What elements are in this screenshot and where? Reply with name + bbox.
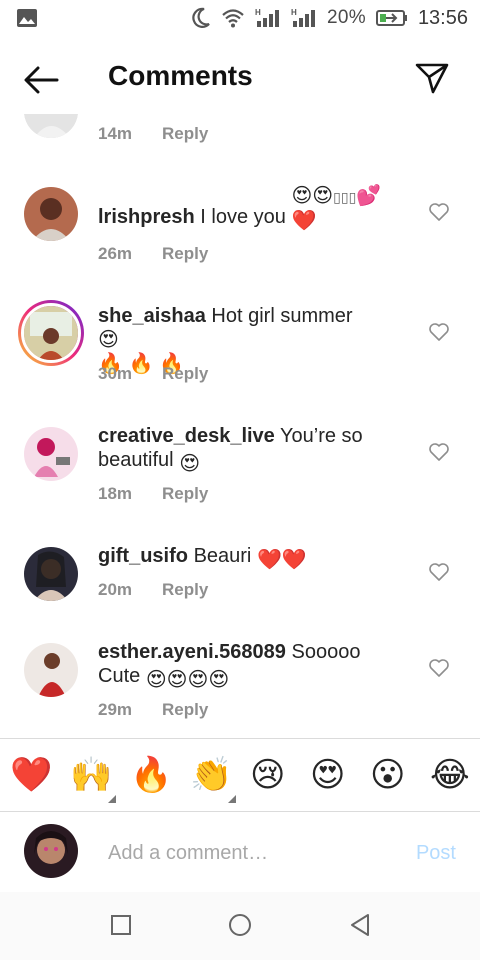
svg-text:H: H	[291, 8, 297, 17]
comment-text: I love you	[200, 206, 286, 228]
comment-emojis: 😍😍😍😍	[145, 669, 230, 691]
recents-square-icon[interactable]	[108, 912, 134, 938]
page-title: Comments	[108, 60, 253, 91]
reply-button[interactable]: Reply	[162, 124, 208, 144]
battery-charging-icon	[375, 10, 407, 26]
comment-username[interactable]: esther.ayeni.568089	[98, 641, 286, 663]
comment-time: 26m	[98, 244, 133, 263]
comment-username[interactable]: gift_usifo	[98, 545, 188, 567]
emoji-fire-button[interactable]: 🔥	[130, 755, 172, 795]
emoji-heart-button[interactable]: ❤️	[10, 755, 52, 795]
comment-time: 18m	[98, 484, 133, 503]
emoji-raised-hands-button[interactable]: 🙌	[70, 755, 112, 795]
back-triangle-icon[interactable]	[348, 912, 374, 938]
emoji-laughing-button[interactable]: 😂	[430, 755, 470, 795]
emoji-crying-button[interactable]: 😢	[250, 755, 290, 795]
wifi-icon	[222, 9, 244, 28]
moon-icon	[192, 7, 210, 28]
direct-send-icon	[415, 63, 449, 94]
reply-button[interactable]: Reply	[162, 700, 208, 720]
header: Comments	[0, 36, 480, 120]
heart-outline-icon[interactable]	[428, 322, 450, 342]
comment-username[interactable]: she_aishaa	[98, 305, 206, 327]
avatar[interactable]	[24, 547, 78, 601]
avatar[interactable]	[24, 187, 78, 241]
comment-username[interactable]: lrishpresh	[98, 206, 195, 228]
post-button[interactable]: Post	[416, 842, 456, 865]
back-arrow-icon	[24, 66, 59, 94]
avatar[interactable]	[24, 114, 78, 138]
avatar-story-ring[interactable]	[18, 300, 84, 366]
comment-emojis: 😍	[179, 453, 201, 475]
system-nav-bar	[0, 892, 480, 960]
comment-item: she_aishaa Hot girl summer 😍 🔥 🔥 🔥 30m Re…	[0, 300, 480, 414]
heart-outline-icon[interactable]	[428, 202, 450, 222]
comment-time: 30m	[98, 364, 133, 383]
comment-item: gift_usifo Beauri ❤️❤️ 20m Reply	[0, 544, 480, 630]
signal-h-icon: H	[255, 8, 279, 27]
comment-item: creative_desk_live You’re so beautiful 😍…	[0, 424, 480, 534]
avatar[interactable]	[24, 427, 78, 481]
comment-input[interactable]	[108, 838, 388, 868]
comment-item: lrishpresh I love you 😍😍▯▯▯💕 ❤️ 26m Reply	[0, 184, 480, 294]
comment-time: 29m	[98, 700, 133, 719]
image-icon	[17, 9, 37, 27]
emoji-quick-bar: ❤️ 🙌 🔥 👏 😢 😍 😮 😂	[0, 738, 480, 812]
emoji-surprised-button[interactable]: 😮	[370, 755, 410, 795]
my-avatar	[24, 824, 78, 878]
clock: 13:56	[417, 6, 468, 29]
share-button[interactable]	[412, 58, 452, 98]
comment-item: esther.ayeni.568089 Sooooo Cute 😍😍😍😍 29m…	[0, 640, 480, 738]
skin-tone-indicator-icon	[228, 795, 236, 803]
heart-outline-icon[interactable]	[428, 562, 450, 582]
emoji-heart-eyes-button[interactable]: 😍	[310, 755, 350, 795]
reply-button[interactable]: Reply	[162, 364, 208, 384]
comment-time: 14m	[98, 124, 133, 143]
heart-outline-icon[interactable]	[428, 658, 450, 678]
back-button[interactable]	[18, 60, 64, 100]
reply-button[interactable]: Reply	[162, 580, 208, 600]
comment-emojis: 😍😍▯▯▯💕 ❤️	[291, 185, 382, 232]
status-bar: H H 20% 13:56	[0, 0, 480, 36]
signal-h-icon: H	[291, 8, 315, 27]
heart-outline-icon[interactable]	[428, 442, 450, 462]
reply-button[interactable]: Reply	[162, 484, 208, 504]
comment-composer: Post	[0, 812, 480, 892]
comment-item: 14m Reply	[0, 114, 480, 164]
svg-text:H: H	[255, 8, 261, 17]
comments-list[interactable]: 14m Reply lrishpresh I love you 😍😍▯▯▯💕 ❤️…	[0, 114, 480, 738]
avatar[interactable]	[24, 643, 78, 697]
comment-time: 20m	[98, 580, 133, 599]
home-circle-icon[interactable]	[227, 912, 253, 938]
comment-emojis: ❤️❤️	[256, 549, 307, 571]
comment-text: Hot girl summer	[211, 305, 353, 327]
comment-text: Beauri	[193, 545, 252, 567]
emoji-clap-button[interactable]: 👏	[190, 755, 232, 795]
comment-username[interactable]: creative_desk_live	[98, 425, 275, 447]
reply-button[interactable]: Reply	[162, 244, 208, 264]
skin-tone-indicator-icon	[108, 795, 116, 803]
battery-percent: 20%	[327, 7, 366, 28]
